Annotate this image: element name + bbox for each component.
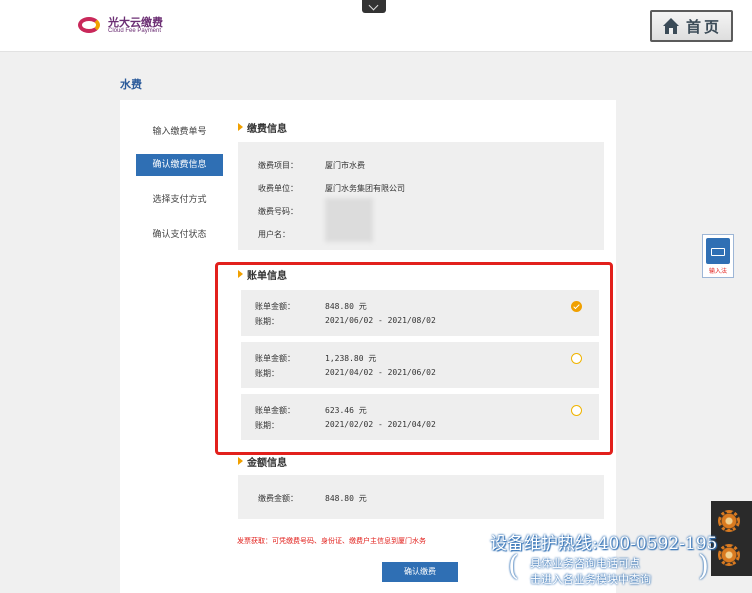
hotline-text: 设备维护热线:400-0592-195 bbox=[490, 534, 718, 554]
redacted-number bbox=[325, 198, 373, 242]
amount-info-panel: 缴费金额： 848.80 元 bbox=[238, 475, 604, 519]
step-confirm-status[interactable]: 确认支付状态 bbox=[136, 224, 223, 246]
payee-value: 厦门水务集团有限公司 bbox=[325, 184, 405, 193]
invoice-notice: 发票获取：可凭缴费号码、身份证、缴费户主信息到厦门水务 bbox=[237, 537, 426, 545]
hotline-note-line1: 具体业务咨询电话可点 bbox=[530, 557, 640, 570]
item-value: 厦门市水费 bbox=[325, 161, 365, 170]
home-button-label: 首页 bbox=[686, 18, 723, 36]
gear-icon[interactable] bbox=[718, 510, 740, 532]
step-confirm-info[interactable]: 确认缴费信息 bbox=[136, 154, 223, 176]
amount-info-title: 金额信息 bbox=[238, 454, 287, 469]
step-input-number[interactable]: 输入缴费单号 bbox=[136, 121, 223, 143]
paren-close: ) bbox=[698, 549, 709, 582]
gear-icon[interactable] bbox=[718, 544, 740, 566]
paren-open: ( bbox=[508, 549, 519, 582]
logo-subtext: Cloud Fee Payment bbox=[108, 28, 162, 34]
item-label: 缴费项目： bbox=[258, 161, 298, 170]
holder-label: 用户名： bbox=[258, 230, 290, 239]
page-title: 水费 bbox=[120, 78, 142, 91]
keyboard-icon bbox=[706, 238, 730, 264]
amount-label: 缴费金额： bbox=[258, 494, 298, 503]
highlight-box bbox=[215, 262, 613, 455]
section-marker-icon bbox=[238, 457, 243, 465]
payment-info-title: 缴费信息 bbox=[238, 120, 287, 135]
collapse-toggle[interactable] bbox=[362, 0, 386, 13]
top-bar: 光大云缴费 Cloud Fee Payment 首页 bbox=[0, 0, 752, 52]
payment-info-panel: 缴费项目： 厦门市水费 收费单位： 厦门水务集团有限公司 缴费号码： 用户名： bbox=[238, 142, 604, 250]
logo: 光大云缴费 Cloud Fee Payment bbox=[78, 14, 178, 40]
logo-mark-icon bbox=[78, 17, 100, 33]
chevron-down-icon bbox=[368, 0, 379, 11]
home-button[interactable]: 首页 bbox=[650, 10, 733, 42]
amount-value: 848.80 元 bbox=[325, 494, 367, 503]
confirm-pay-button[interactable]: 确认缴费 bbox=[382, 562, 458, 582]
section-marker-icon bbox=[238, 123, 243, 131]
step-select-payment[interactable]: 选择支付方式 bbox=[136, 189, 223, 211]
payee-label: 收费单位： bbox=[258, 184, 298, 193]
hotline-note-line2: 击进入各业务模块中查询 bbox=[530, 573, 651, 586]
number-label: 缴费号码： bbox=[258, 207, 298, 216]
input-method-label: 输入法 bbox=[708, 268, 727, 275]
home-icon bbox=[662, 18, 680, 34]
input-method-button[interactable]: 输入法 bbox=[702, 234, 734, 278]
